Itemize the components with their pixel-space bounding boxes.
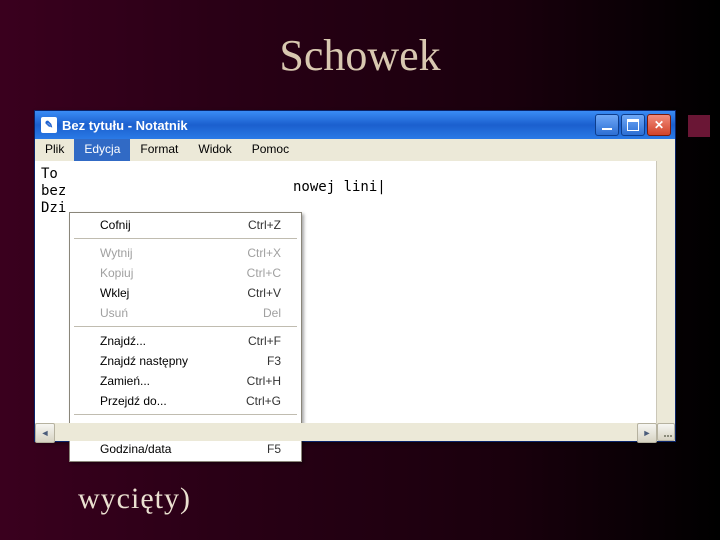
scroll-track[interactable] [55, 423, 637, 441]
minimize-button[interactable] [595, 114, 619, 136]
menu-item-label: Znajdź następny [100, 354, 267, 368]
menu-item-label: Cofnij [100, 218, 248, 232]
resize-grip[interactable] [657, 423, 675, 441]
vertical-scrollbar[interactable] [656, 161, 675, 423]
menu-item-label: Wklej [100, 286, 247, 300]
slide-title: Schowek [0, 30, 720, 81]
window-title: Bez tytułu - Notatnik [62, 118, 595, 133]
horizontal-scrollbar[interactable]: ◄ ► [35, 423, 675, 441]
menu-item-label: Godzina/data [100, 442, 267, 456]
scroll-right-button[interactable]: ► [637, 423, 657, 443]
window-controls: ✕ [595, 114, 671, 136]
menu-item-label: Wytnij [100, 246, 247, 260]
menu-item-shortcut: Ctrl+H [247, 374, 281, 388]
menu-item-label: Znajdź... [100, 334, 248, 348]
menu-item-label: Usuń [100, 306, 263, 320]
maximize-button[interactable] [621, 114, 645, 136]
accent-square [688, 115, 710, 137]
app-icon: ✎ [41, 117, 57, 133]
menu-item-shortcut: Ctrl+V [247, 286, 281, 300]
menu-item-shortcut: Ctrl+G [246, 394, 281, 408]
menu-item-shortcut: Ctrl+F [248, 334, 281, 348]
menu-item-cofnij[interactable]: Cofnij Ctrl+Z [72, 215, 299, 235]
menu-item-znajdz[interactable]: Znajdź... Ctrl+F [72, 331, 299, 351]
notepad-window: ✎ Bez tytułu - Notatnik ✕ Plik Edycja Fo… [34, 110, 676, 442]
menu-item-zamien[interactable]: Zamień... Ctrl+H [72, 371, 299, 391]
menu-item-godzina-data[interactable]: Godzina/data F5 [72, 439, 299, 459]
menu-item-shortcut: Ctrl+C [247, 266, 281, 280]
scroll-left-button[interactable]: ◄ [35, 423, 55, 443]
menu-item-przejdz-do[interactable]: Przejdź do... Ctrl+G [72, 391, 299, 411]
menu-item-kopiuj[interactable]: Kopiuj Ctrl+C [72, 263, 299, 283]
menu-separator [74, 238, 297, 240]
menu-pomoc[interactable]: Pomoc [242, 139, 299, 161]
menu-item-shortcut: Del [263, 306, 281, 320]
titlebar[interactable]: ✎ Bez tytułu - Notatnik ✕ [35, 111, 675, 139]
menu-item-shortcut: Ctrl+Z [248, 218, 281, 232]
menu-item-znajdz-nastepny[interactable]: Znajdź następny F3 [72, 351, 299, 371]
menu-edycja[interactable]: Edycja [74, 139, 130, 161]
menu-item-label: Przejdź do... [100, 394, 246, 408]
editor-visible-text-left: To bez Dzi [41, 166, 66, 217]
menu-widok[interactable]: Widok [188, 139, 241, 161]
menubar: Plik Edycja Format Widok Pomoc [35, 139, 675, 162]
menu-item-label: Zamień... [100, 374, 247, 388]
editor-visible-text-right: nowej lini| [293, 179, 386, 196]
menu-item-shortcut: F3 [267, 354, 281, 368]
menu-format[interactable]: Format [130, 139, 188, 161]
menu-separator [74, 326, 297, 328]
menu-item-shortcut: Ctrl+X [247, 246, 281, 260]
menu-item-usun[interactable]: Usuń Del [72, 303, 299, 323]
menu-plik[interactable]: Plik [35, 139, 74, 161]
slide-caption-fragment: wycięty) [78, 482, 191, 516]
text-area[interactable]: To bez Dzi nowej lini| Cofnij Ctrl+Z Wyt… [35, 162, 675, 424]
menu-item-wklej[interactable]: Wklej Ctrl+V [72, 283, 299, 303]
menu-item-shortcut: F5 [267, 442, 281, 456]
close-button[interactable]: ✕ [647, 114, 671, 136]
menu-item-wytnij[interactable]: Wytnij Ctrl+X [72, 243, 299, 263]
menu-separator [74, 414, 297, 416]
menu-item-label: Kopiuj [100, 266, 247, 280]
